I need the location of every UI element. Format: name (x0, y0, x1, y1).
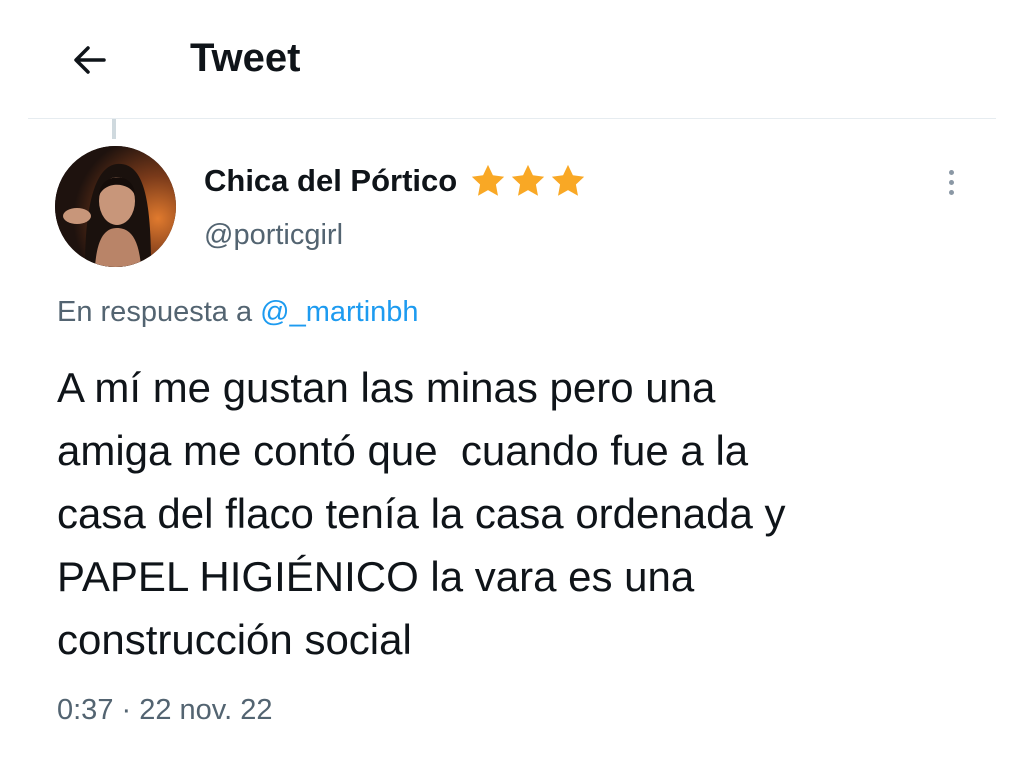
reply-context: En respuesta a @_martinbh (57, 292, 419, 332)
author-display-name[interactable]: Chica del Pórtico (204, 160, 457, 202)
thread-connector-line (112, 119, 116, 139)
more-vertical-icon-dot (948, 189, 954, 195)
author-display-name-row[interactable]: Chica del Pórtico (204, 160, 587, 202)
author-handle[interactable]: @porticgirl (204, 215, 343, 255)
arrow-left-icon (74, 46, 106, 74)
reply-prefix: En respuesta a (57, 296, 261, 328)
avatar-photo (55, 146, 176, 267)
tweet-header: Tweet (0, 0, 1024, 118)
star-icon (472, 164, 505, 196)
page-title: Tweet (190, 36, 301, 80)
header-divider (28, 118, 996, 119)
more-vertical-icon-dot (948, 179, 954, 185)
tweet-text-line: casa del flaco tenía la casa ordenada y (57, 490, 786, 537)
tweet-text-line: A mí me gustan las minas pero una (57, 364, 716, 411)
more-vertical-icon-dot (948, 169, 954, 175)
star-icon (512, 164, 545, 196)
star-badges (469, 162, 587, 200)
reply-mention-link[interactable]: @_martinbh (260, 296, 418, 328)
tweet-text-line: PAPEL HIGIÉNICO la vara es una (57, 553, 695, 600)
tweet-text-line: amiga me contó que cuando fue a la (57, 427, 749, 474)
avatar[interactable] (55, 146, 176, 267)
back-button[interactable] (62, 32, 118, 88)
tweet-timestamp[interactable]: 0:37 · 22 nov. 22 (57, 690, 273, 730)
tweet-text: A mí me gustan las minas pero una amiga … (57, 356, 977, 671)
star-icon (552, 164, 585, 196)
more-options-button[interactable] (936, 160, 966, 204)
tweet-text-line: construcción social (57, 616, 412, 663)
